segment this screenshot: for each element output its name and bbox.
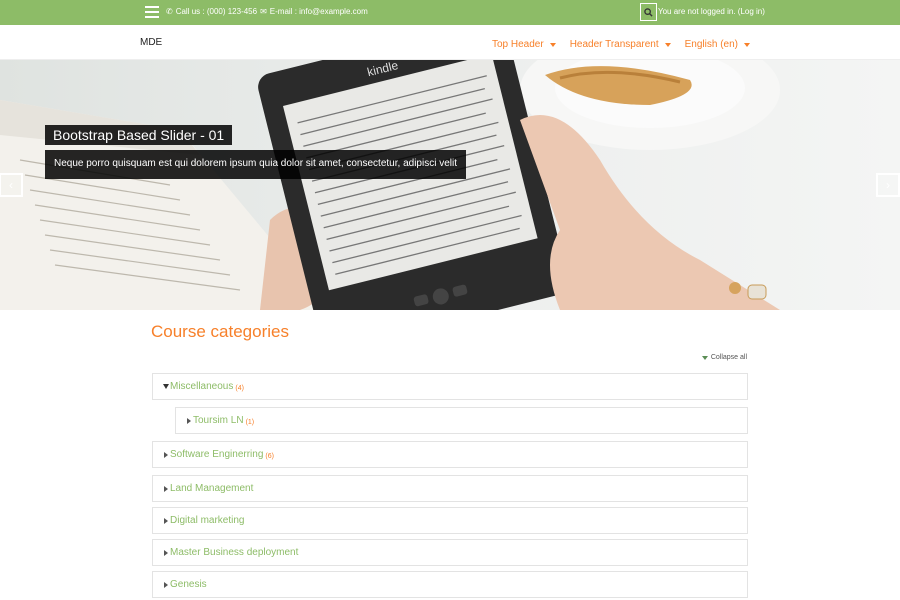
email-label: E-mail : info@example.com bbox=[269, 7, 368, 16]
phone-icon: ✆ bbox=[166, 7, 173, 16]
search-button[interactable] bbox=[640, 3, 657, 21]
collapse-all-link[interactable]: Collapse all bbox=[701, 354, 747, 361]
nav-label: Top Header bbox=[491, 39, 544, 50]
caret-down-icon bbox=[744, 42, 750, 47]
slider-next-button[interactable]: › bbox=[876, 173, 900, 197]
caret-down-icon bbox=[701, 355, 708, 360]
contact-info: ✆ Call us : (000) 123-456 ✉ E-mail : inf… bbox=[166, 7, 368, 16]
slider-image: kindle bbox=[0, 60, 900, 310]
category-count: (1) bbox=[245, 418, 255, 426]
site-header: MDE Top Header Header Transparent Englis… bbox=[0, 25, 900, 60]
nav-top-header[interactable]: Top Header bbox=[492, 39, 556, 50]
category-row[interactable]: Digital marketing bbox=[152, 507, 748, 534]
envelope-icon: ✉ bbox=[260, 7, 267, 16]
category-count: (4) bbox=[235, 384, 244, 392]
hamburger-menu-icon[interactable] bbox=[145, 6, 159, 18]
slider-caption-text: Neque porro quisquam est qui dolorem ips… bbox=[45, 150, 466, 179]
category-name[interactable]: Master Business deployment bbox=[170, 547, 298, 558]
header-nav: Top Header Header Transparent English (e… bbox=[492, 39, 750, 50]
category-row[interactable]: Software Enginerring (6) bbox=[152, 441, 748, 468]
slider-caption-title: Bootstrap Based Slider - 01 bbox=[45, 125, 233, 145]
slider-prev-button[interactable]: ‹ bbox=[0, 173, 23, 197]
category-name[interactable]: Miscellaneous bbox=[170, 381, 233, 392]
hero-slider: kindle Bootstrap Based Slider - 01 Neque… bbox=[0, 60, 900, 310]
nav-label: Header Transparent bbox=[569, 39, 659, 50]
category-row[interactable]: Land Management bbox=[152, 475, 748, 502]
expanded-arrow-icon[interactable] bbox=[161, 384, 170, 389]
page-title: Course categories bbox=[151, 322, 289, 341]
caret-down-icon bbox=[549, 42, 556, 47]
category-row[interactable]: Genesis bbox=[152, 571, 748, 598]
category-name[interactable]: Land Management bbox=[170, 483, 253, 494]
login-status: You are not logged in. (Log in) bbox=[658, 7, 765, 16]
collapsed-arrow-icon[interactable] bbox=[161, 549, 170, 556]
category-count: (6) bbox=[265, 452, 274, 460]
chevron-right-icon: › bbox=[886, 178, 890, 192]
category-name[interactable]: Toursim LN bbox=[193, 415, 244, 426]
category-name[interactable]: Software Enginerring bbox=[170, 449, 263, 460]
login-link[interactable]: (Log in) bbox=[738, 7, 765, 16]
search-icon bbox=[644, 7, 653, 17]
chevron-left-icon: ‹ bbox=[9, 178, 13, 192]
collapse-all-label: Collapse all bbox=[710, 354, 747, 361]
category-row[interactable]: Master Business deployment bbox=[152, 539, 748, 566]
top-bar: ✆ Call us : (000) 123-456 ✉ E-mail : inf… bbox=[0, 0, 900, 25]
caret-down-icon bbox=[664, 42, 671, 47]
nav-header-transparent[interactable]: Header Transparent bbox=[570, 39, 671, 50]
collapsed-arrow-icon[interactable] bbox=[161, 451, 170, 458]
nav-label: English (en) bbox=[684, 39, 738, 50]
collapsed-arrow-icon[interactable] bbox=[184, 417, 193, 424]
call-label: Call us : (000) 123-456 bbox=[175, 7, 258, 16]
nav-language[interactable]: English (en) bbox=[685, 39, 750, 50]
category-name[interactable]: Digital marketing bbox=[170, 515, 244, 526]
category-row[interactable]: Miscellaneous (4) bbox=[152, 373, 748, 400]
category-name[interactable]: Genesis bbox=[170, 579, 207, 590]
login-text: You are not logged in. bbox=[658, 7, 736, 16]
collapsed-arrow-icon[interactable] bbox=[161, 581, 170, 588]
collapsed-arrow-icon[interactable] bbox=[161, 485, 170, 492]
site-brand[interactable]: MDE bbox=[140, 37, 162, 48]
subcategory-row[interactable]: Toursim LN (1) bbox=[175, 407, 748, 434]
collapsed-arrow-icon[interactable] bbox=[161, 517, 170, 524]
